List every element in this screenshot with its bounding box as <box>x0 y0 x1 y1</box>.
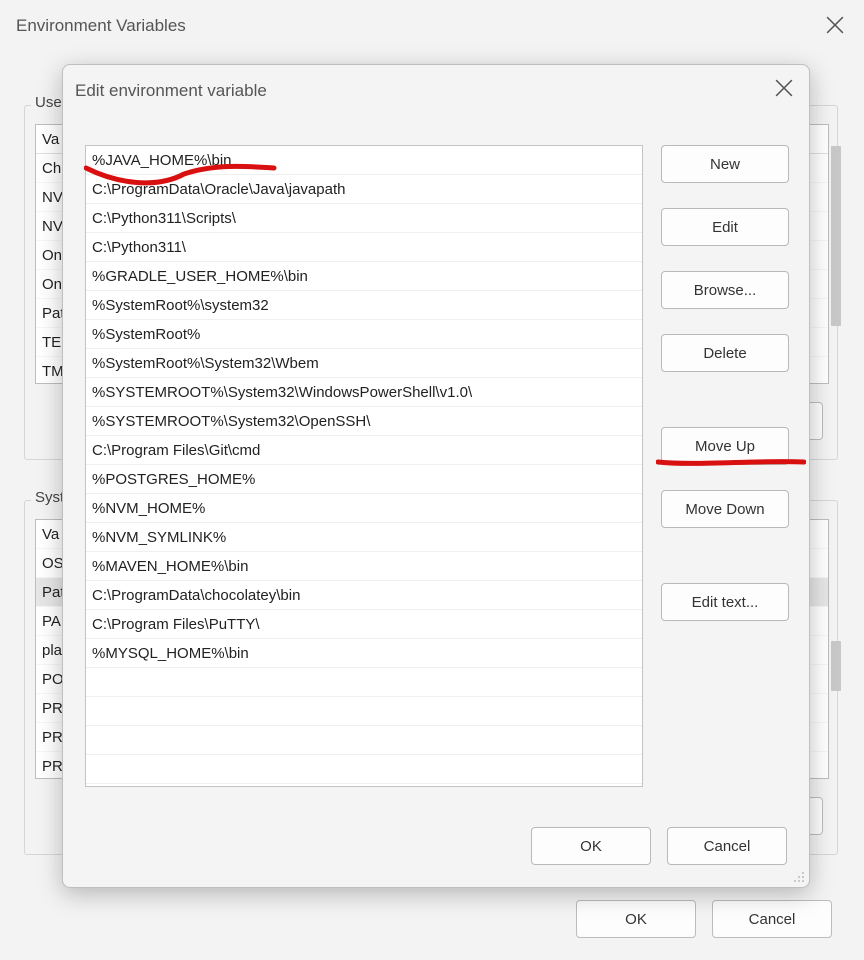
edit-path-button-column: New Edit Browse... Delete Move Up Move D… <box>661 145 791 646</box>
move-up-button[interactable]: Move Up <box>661 427 789 465</box>
path-entry[interactable]: C:\ProgramData\Oracle\Java\javapath <box>86 175 642 204</box>
edit-path-dialog: Edit environment variable %JAVA_HOME%\bi… <box>62 64 810 888</box>
new-button[interactable]: New <box>661 145 789 183</box>
edit-path-ok-button[interactable]: OK <box>531 827 651 865</box>
edit-path-cancel-button[interactable]: Cancel <box>667 827 787 865</box>
path-entry[interactable]: %GRADLE_USER_HOME%\bin <box>86 262 642 291</box>
edit-path-title: Edit environment variable <box>75 81 267 101</box>
path-entry[interactable]: C:\Program Files\PuTTY\ <box>86 610 642 639</box>
path-entry[interactable]: %SYSTEMROOT%\System32\OpenSSH\ <box>86 407 642 436</box>
env-ok-button[interactable]: OK <box>576 900 696 938</box>
path-entry-empty[interactable] <box>86 755 642 784</box>
close-icon[interactable] <box>826 16 844 34</box>
path-entry[interactable]: %NVM_HOME% <box>86 494 642 523</box>
path-entry-empty[interactable] <box>86 697 642 726</box>
edit-text-button[interactable]: Edit text... <box>661 583 789 621</box>
path-entry[interactable]: %SystemRoot%\system32 <box>86 291 642 320</box>
path-entry[interactable]: %POSTGRES_HOME% <box>86 465 642 494</box>
path-entry[interactable]: %JAVA_HOME%\bin <box>86 146 642 175</box>
move-down-button[interactable]: Move Down <box>661 490 789 528</box>
path-entries-listbox[interactable]: %JAVA_HOME%\bin C:\ProgramData\Oracle\Ja… <box>85 145 643 787</box>
browse-button[interactable]: Browse... <box>661 271 789 309</box>
path-entry[interactable]: C:\Python311\ <box>86 233 642 262</box>
env-vars-title: Environment Variables <box>16 16 186 36</box>
scrollbar-thumb[interactable] <box>831 146 841 326</box>
path-entry-empty[interactable] <box>86 668 642 697</box>
edit-button[interactable]: Edit <box>661 208 789 246</box>
path-entry-empty[interactable] <box>86 726 642 755</box>
path-entry[interactable]: %SystemRoot%\System32\Wbem <box>86 349 642 378</box>
close-icon[interactable] <box>775 79 793 97</box>
path-entry[interactable]: %MYSQL_HOME%\bin <box>86 639 642 668</box>
scrollbar-thumb[interactable] <box>831 641 841 691</box>
path-entry[interactable]: C:\Python311\Scripts\ <box>86 204 642 233</box>
path-entry[interactable]: %MAVEN_HOME%\bin <box>86 552 642 581</box>
resize-grip-icon[interactable] <box>791 869 805 883</box>
path-entry[interactable]: %SYSTEMROOT%\System32\WindowsPowerShell\… <box>86 378 642 407</box>
path-entry[interactable]: %NVM_SYMLINK% <box>86 523 642 552</box>
path-entry[interactable]: C:\ProgramData\chocolatey\bin <box>86 581 642 610</box>
path-entry[interactable]: C:\Program Files\Git\cmd <box>86 436 642 465</box>
path-entry[interactable]: %SystemRoot% <box>86 320 642 349</box>
delete-button[interactable]: Delete <box>661 334 789 372</box>
env-cancel-button[interactable]: Cancel <box>712 900 832 938</box>
